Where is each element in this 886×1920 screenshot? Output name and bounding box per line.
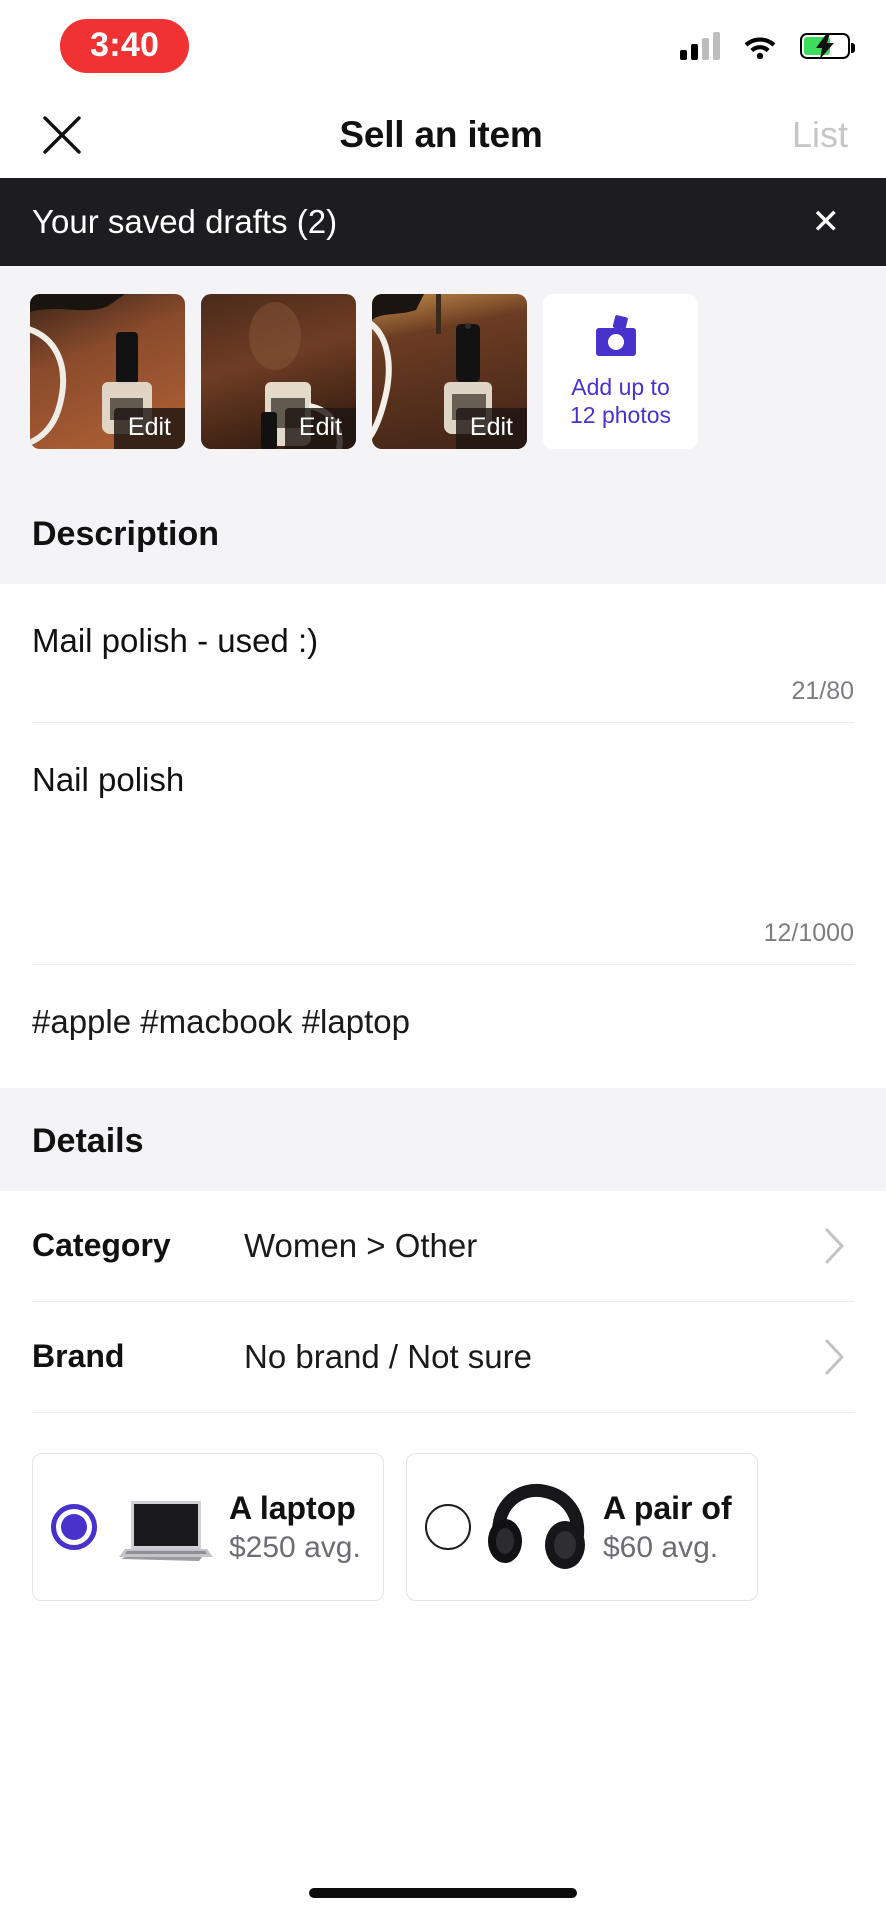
home-indicator — [0, 1888, 886, 1898]
suggestion-card-laptop[interactable]: A laptop $250 avg. — [32, 1452, 384, 1601]
brand-label: Brand — [32, 1338, 125, 1375]
detail-row-category[interactable]: Category Women > Other — [0, 1190, 886, 1302]
chevron-right-icon — [825, 1339, 844, 1375]
add-photos-label: Add up to 12 photos — [570, 373, 671, 429]
suggestion-card-text: A laptop $250 avg. — [229, 1489, 361, 1565]
list-button[interactable]: List — [792, 114, 854, 156]
photo-thumbnail[interactable]: Edit — [30, 294, 185, 449]
page-title: Sell an item — [339, 114, 543, 155]
photo-thumbnail[interactable]: Edit — [372, 294, 527, 449]
brand-value: No brand / Not sure — [244, 1337, 532, 1375]
radio-button-unselected[interactable] — [425, 1503, 471, 1550]
title-input-value[interactable]: Mail polish - used :) — [32, 620, 854, 663]
laptop-image — [119, 1500, 213, 1561]
suggestion-card-text: A pair of $60 avg. — [603, 1489, 732, 1565]
title-field[interactable]: Mail polish - used :) 21/80 — [0, 584, 886, 723]
add-photos-button[interactable]: Add up to 12 photos — [543, 294, 698, 449]
suggestion-card-title: A pair of — [603, 1489, 732, 1526]
category-value: Women > Other — [244, 1226, 478, 1264]
suggestion-card-price: $250 avg. — [229, 1530, 361, 1564]
add-photos-line2: 12 photos — [569, 402, 672, 428]
description-input-value[interactable]: Nail polish — [32, 759, 854, 905]
description-section-heading: Description — [0, 481, 886, 584]
edit-photo-badge[interactable]: Edit — [284, 408, 356, 449]
edit-photo-badge[interactable]: Edit — [113, 408, 185, 449]
details-section-heading: Details — [0, 1087, 886, 1191]
detail-row-brand[interactable]: Brand No brand / Not sure — [0, 1301, 886, 1413]
phone-screen: 3:40 Sell an item List Your saved drafts… — [0, 0, 886, 1920]
nav-bar: Sell an item List — [0, 92, 886, 178]
close-icon[interactable]: ✕ — [804, 197, 849, 247]
cellular-bars-icon — [680, 32, 720, 60]
saved-drafts-label: Your saved drafts (2) — [32, 203, 338, 240]
description-character-counter: 12/1000 — [763, 918, 854, 947]
suggestion-card-headphones[interactable]: A pair of $60 avg. — [406, 1452, 758, 1601]
photos-section: Edit Edit Edit Add up to 12 photos — [0, 266, 886, 481]
photo-thumbnail[interactable]: Edit — [201, 294, 356, 449]
suggestion-card-title: A laptop — [229, 1489, 356, 1526]
add-photos-line1: Add up to — [571, 373, 670, 400]
photo-thumbnail-row: Edit Edit Edit Add up to 12 photos — [30, 294, 856, 449]
radio-button-selected[interactable] — [51, 1503, 97, 1550]
suggestion-cards-row: A laptop $250 avg. A pair of $60 avg. — [0, 1412, 886, 1601]
status-bar: 3:40 — [0, 0, 886, 92]
hashtags-field[interactable]: #apple #macbook #laptop — [0, 964, 886, 1088]
wifi-icon — [744, 37, 776, 60]
chevron-right-icon — [825, 1228, 844, 1264]
close-icon[interactable] — [34, 107, 90, 163]
camera-icon — [595, 315, 636, 356]
title-character-counter: 21/80 — [791, 676, 854, 705]
category-label: Category — [32, 1227, 171, 1264]
edit-photo-badge[interactable]: Edit — [455, 408, 527, 449]
status-icons — [680, 32, 855, 60]
headphones-image — [488, 1483, 585, 1569]
recording-time-pill: 3:40 — [60, 19, 190, 73]
saved-drafts-banner[interactable]: Your saved drafts (2) ✕ — [0, 178, 886, 266]
description-field[interactable]: Nail polish 12/1000 — [0, 722, 886, 965]
hashtags-input-placeholder[interactable]: #apple #macbook #laptop — [32, 1001, 854, 1044]
battery-charging-icon — [800, 33, 855, 59]
suggestion-card-price: $60 avg. — [603, 1530, 719, 1564]
